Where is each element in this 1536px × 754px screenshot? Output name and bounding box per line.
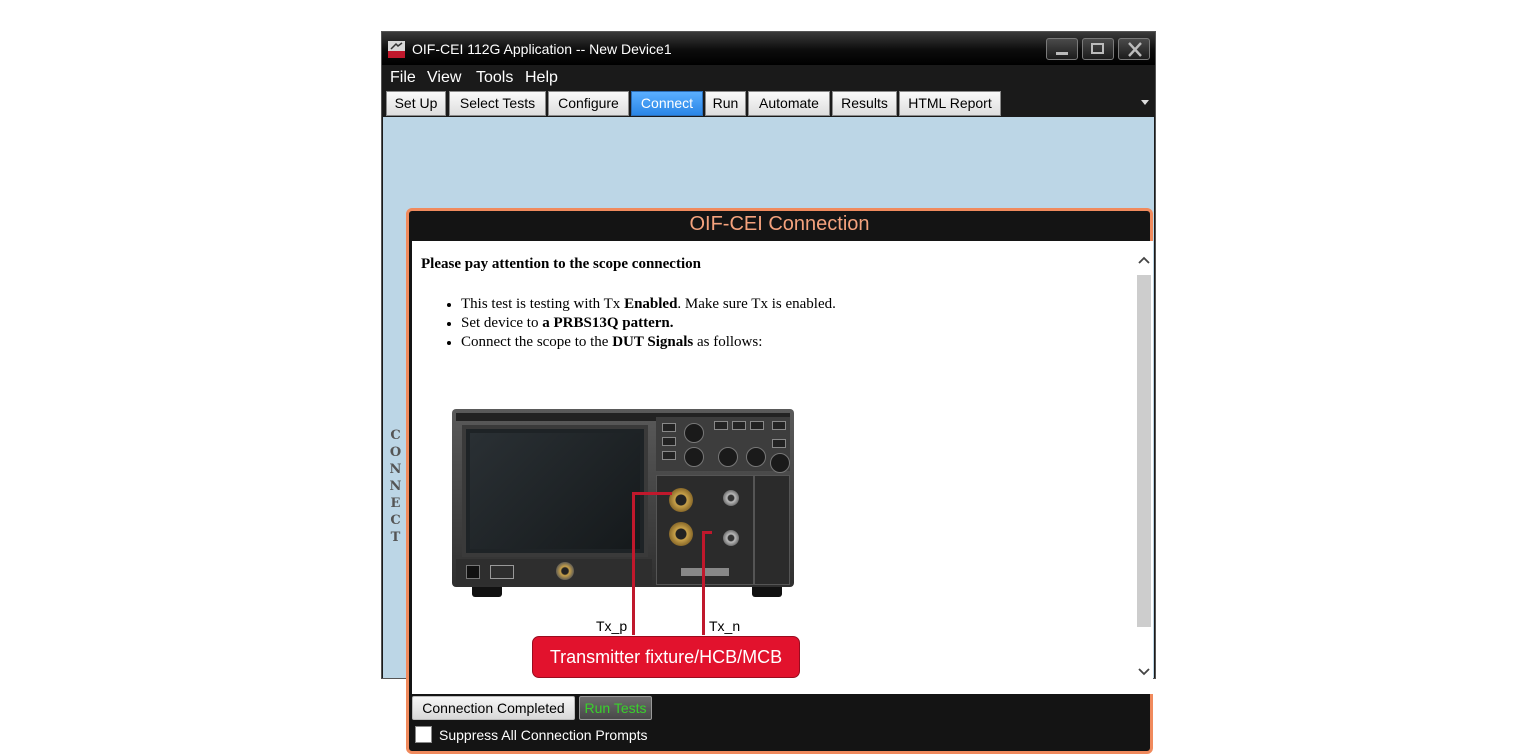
scrollbar-thumb[interactable] (1137, 275, 1151, 627)
connection-completed-button[interactable]: Connection Completed (412, 696, 575, 720)
tab-bar: Set Up Select Tests Configure Connect Ru… (382, 91, 1155, 117)
wire-tx-p-horizontal (632, 492, 672, 495)
tab-overflow-icon[interactable] (1141, 100, 1149, 105)
minimize-button[interactable] (1046, 38, 1078, 60)
instruction-document: Please pay attention to the scope connec… (412, 241, 1135, 694)
scope-keypad (656, 417, 790, 473)
panel-title: OIF-CEI Connection (689, 213, 870, 235)
instruction-list: This test is testing with Tx Enabled. Ma… (447, 295, 836, 352)
wire-tx-p (632, 492, 635, 635)
tab-results[interactable]: Results (832, 91, 897, 116)
window-title: OIF-CEI 112G Application -- New Device1 (412, 41, 672, 57)
tab-set-up[interactable]: Set Up (386, 91, 446, 116)
wire-tx-n (702, 531, 705, 635)
scope-input-connector (669, 488, 693, 512)
doc-heading: Please pay attention to the scope connec… (421, 256, 701, 272)
menu-help[interactable]: Help (525, 69, 558, 87)
close-button[interactable] (1118, 38, 1150, 60)
list-item: Connect the scope to the DUT Signals as … (447, 333, 836, 352)
tab-run[interactable]: Run (705, 91, 746, 116)
menu-bar: File View Tools Help (382, 67, 1155, 91)
suppress-prompts-checkbox[interactable] (415, 726, 432, 743)
connection-panel: OIF-CEI Connection Please pay attention … (406, 208, 1153, 754)
transmitter-fixture-box: Transmitter fixture/HCB/MCB (532, 636, 800, 678)
tab-automate[interactable]: Automate (748, 91, 830, 116)
list-item: Set device to a PRBS13Q pattern. (447, 314, 836, 333)
scope-front-panel (456, 559, 652, 585)
tab-connect[interactable]: Connect (631, 91, 703, 116)
maximize-button[interactable] (1082, 38, 1114, 60)
tx-n-label: Tx_n (709, 618, 741, 634)
scope-module-blank (754, 475, 790, 585)
tab-html-report[interactable]: HTML Report (899, 91, 1001, 116)
tab-select-tests[interactable]: Select Tests (449, 91, 546, 116)
app-window: OIF-CEI 112G Application -- New Device1 … (381, 31, 1156, 754)
scroll-down-icon[interactable] (1138, 667, 1150, 677)
content-area: CONNECT OIF-CEI Connection Please pay at… (383, 117, 1154, 754)
side-label-connect: CONNECT (388, 428, 403, 547)
menu-tools[interactable]: Tools (476, 69, 513, 87)
suppress-prompts-label: Suppress All Connection Prompts (439, 727, 648, 743)
tx-p-label: Tx_p (596, 618, 628, 634)
scope-input-connector (669, 522, 693, 546)
scope-screen (462, 425, 648, 557)
app-icon (388, 41, 405, 58)
menu-view[interactable]: View (427, 69, 461, 87)
list-item: This test is testing with Tx Enabled. Ma… (447, 296, 836, 312)
close-icon (1128, 42, 1142, 57)
run-tests-button[interactable]: Run Tests (579, 696, 652, 720)
vertical-scrollbar[interactable] (1135, 241, 1153, 694)
oscilloscope-image (452, 409, 794, 599)
wire-tx-n-horizontal (702, 531, 712, 534)
title-bar[interactable]: OIF-CEI 112G Application -- New Device1 (382, 32, 1155, 65)
tab-configure[interactable]: Configure (548, 91, 629, 116)
menu-file[interactable]: File (390, 69, 416, 87)
scroll-up-icon[interactable] (1138, 255, 1150, 265)
